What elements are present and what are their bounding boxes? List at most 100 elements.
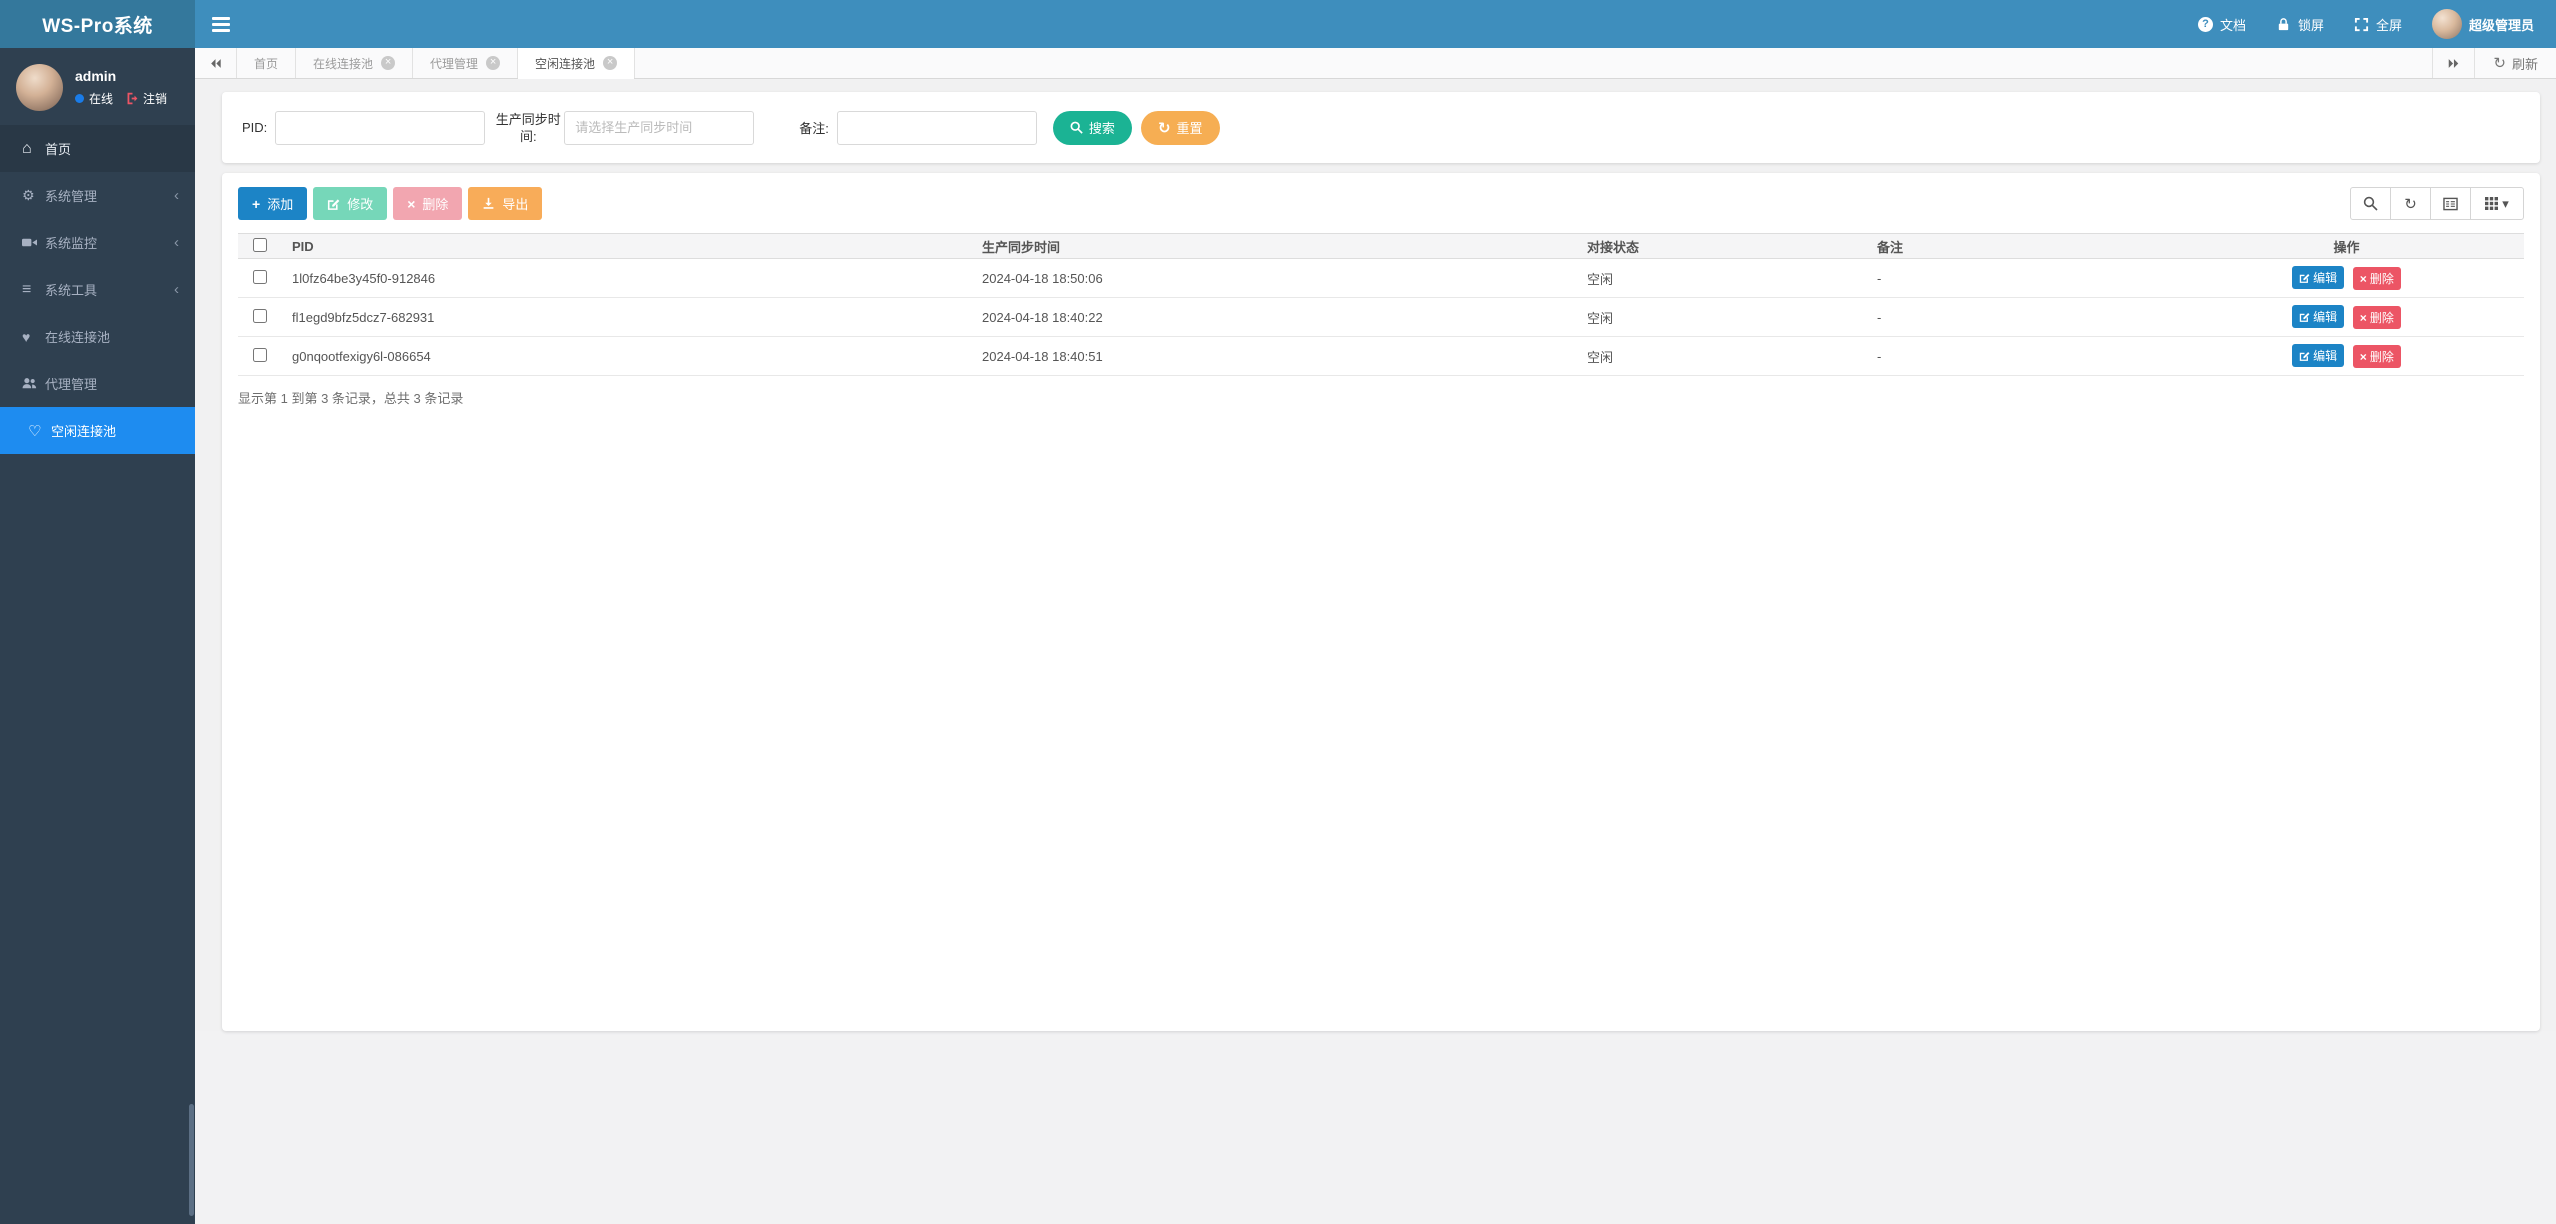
- row-delete-button[interactable]: × 删除: [2352, 267, 2401, 291]
- lock-screen-link[interactable]: 锁屏: [2276, 15, 2324, 34]
- row-delete-button[interactable]: × 删除: [2352, 306, 2401, 330]
- sidebar-item-idle-pool[interactable]: ♡ 空闲连接池: [0, 407, 195, 454]
- delete-button-label: 删除: [422, 197, 449, 212]
- pid-label: PID:: [242, 120, 268, 135]
- close-icon: ×: [407, 195, 416, 212]
- chevron-left-icon: ‹: [174, 234, 179, 251]
- menu-toggle-icon[interactable]: [212, 16, 230, 32]
- cell-status: 空闲: [1579, 336, 1869, 376]
- user-avatar[interactable]: [16, 64, 63, 111]
- sidebar-item-online-pool[interactable]: ♥ 在线连接池: [0, 313, 195, 360]
- double-right-icon: [2447, 57, 2460, 70]
- navbar-avatar: [2431, 9, 2462, 39]
- row-checkbox[interactable]: [253, 269, 267, 284]
- pid-input[interactable]: [275, 110, 486, 145]
- docs-link[interactable]: ? 文档: [2197, 15, 2246, 34]
- header-pid: PID: [284, 233, 974, 259]
- sidebar-item-label: 首页: [45, 142, 72, 157]
- note-input[interactable]: [836, 110, 1037, 145]
- table-columns-button[interactable]: ▾: [2470, 187, 2524, 220]
- export-button[interactable]: 导出: [468, 187, 543, 220]
- row-edit-button[interactable]: 编辑: [2292, 304, 2345, 328]
- table-refresh-button[interactable]: ↻: [2390, 187, 2431, 220]
- navbar-username: 超级管理员: [2468, 17, 2534, 33]
- table-row: fl1egd9bfz5dcz7-682931 2024-04-18 18:40:…: [238, 297, 2524, 337]
- tab-close-icon[interactable]: ×: [486, 56, 501, 70]
- add-button[interactable]: + 添加: [238, 187, 308, 220]
- sidebar-item-system-tools[interactable]: ≡ 系统工具 ‹: [0, 266, 195, 313]
- sidebar-scrollbar[interactable]: [189, 1104, 194, 1216]
- sidebar-item-system-monitor[interactable]: 系统监控 ‹: [0, 219, 195, 266]
- user-menu[interactable]: 超级管理员: [2431, 9, 2534, 39]
- row-delete-label: 删除: [2369, 272, 2394, 287]
- tabs-scroll-right-button[interactable]: [2432, 48, 2474, 78]
- row-checkbox[interactable]: [253, 347, 267, 362]
- cell-sync-time: 2024-04-18 18:40:51: [974, 336, 1579, 376]
- table-header-row: PID 生产同步时间 对接状态 备注 操作: [238, 233, 2524, 259]
- tab-refresh-button[interactable]: ↻ 刷新: [2474, 48, 2556, 78]
- list-icon: [2443, 197, 2458, 211]
- fullscreen-link[interactable]: 全屏: [2354, 15, 2402, 34]
- caret-down-icon: ▾: [2502, 195, 2509, 211]
- refresh-icon: ↻: [2493, 55, 2506, 72]
- row-edit-button[interactable]: 编辑: [2292, 343, 2345, 367]
- tab-home[interactable]: 首页: [237, 48, 297, 78]
- logout-icon: [126, 92, 139, 105]
- home-icon: ⌂: [22, 139, 32, 157]
- export-button-label: 导出: [502, 197, 529, 212]
- search-button[interactable]: 搜索: [1052, 110, 1132, 145]
- heart-outline-icon: ♡: [28, 422, 42, 440]
- lock-screen-label: 锁屏: [2297, 17, 2324, 33]
- row-edit-label: 编辑: [2313, 270, 2338, 285]
- sidebar-item-proxy-management[interactable]: 代理管理: [0, 360, 195, 407]
- edit-button-label: 修改: [347, 197, 374, 212]
- bars-icon: ≡: [22, 280, 32, 298]
- sidebar: admin 在线 注销 ⌂ 首页 ⚙ 系统管理 ‹ 系统监控 ‹ ≡ 系统工具 …: [0, 48, 195, 1224]
- delete-button[interactable]: × 删除: [393, 187, 463, 220]
- table-row: 1l0fz64be3y45f0-912846 2024-04-18 18:50:…: [238, 258, 2524, 298]
- refresh-icon: ↻: [2404, 195, 2417, 213]
- plus-icon: +: [252, 195, 261, 212]
- edit-icon: [2299, 350, 2310, 361]
- edit-icon: [2299, 311, 2310, 322]
- row-edit-button[interactable]: 编辑: [2292, 265, 2345, 289]
- reset-refresh-icon: ↻: [1157, 119, 1171, 137]
- select-all-checkbox[interactable]: [253, 237, 267, 252]
- user-name: admin: [75, 68, 117, 84]
- tab-online-pool[interactable]: 在线连接池 ×: [296, 48, 414, 78]
- download-icon: [482, 197, 495, 210]
- tab-close-icon[interactable]: ×: [381, 56, 396, 70]
- tab-label: 代理管理: [430, 56, 479, 71]
- table-detail-view-button[interactable]: [2430, 187, 2471, 220]
- tab-content: PID: 生产同步时间: 备注: 搜索 ↻ 重置 + 添加: [195, 79, 2556, 1031]
- tab-idle-pool[interactable]: 空闲连接池 ×: [518, 48, 636, 79]
- cell-note: -: [1869, 297, 2169, 337]
- table-search-button[interactable]: [2350, 187, 2391, 220]
- header-action: 操作: [2169, 233, 2524, 259]
- edit-button[interactable]: 修改: [313, 187, 388, 220]
- tab-close-icon[interactable]: ×: [603, 56, 618, 70]
- sidebar-item-system-management[interactable]: ⚙ 系统管理 ‹: [0, 172, 195, 219]
- sidebar-item-label: 在线连接池: [45, 330, 111, 345]
- reset-button[interactable]: ↻ 重置: [1140, 110, 1220, 145]
- close-icon: ×: [2359, 349, 2367, 364]
- navbar-main: ? 文档 锁屏 全屏 超级管理员: [195, 0, 2556, 48]
- search-button-label: 搜索: [1088, 121, 1115, 136]
- header-sync-time: 生产同步时间: [974, 233, 1579, 259]
- brand-logo: WS-Pro系统: [0, 0, 195, 48]
- logout-label: 注销: [143, 92, 168, 106]
- sync-time-input[interactable]: [564, 110, 755, 145]
- cell-pid: g0nqootfexigy6l-086654: [284, 336, 974, 376]
- sidebar-item-home[interactable]: ⌂ 首页: [0, 125, 195, 172]
- sidebar-item-label: 代理管理: [45, 377, 98, 392]
- logout-link[interactable]: 注销: [126, 90, 167, 107]
- row-checkbox[interactable]: [253, 308, 267, 323]
- row-delete-label: 删除: [2369, 350, 2394, 365]
- online-status-dot: [75, 94, 84, 103]
- row-delete-button[interactable]: × 删除: [2352, 345, 2401, 369]
- tab-proxy-management[interactable]: 代理管理 ×: [413, 48, 519, 78]
- tab-label: 空闲连接池: [535, 56, 596, 71]
- cell-pid: fl1egd9bfz5dcz7-682931: [284, 297, 974, 337]
- tabs-scroll-left-button[interactable]: [195, 48, 237, 78]
- online-status-label: 在线: [89, 92, 114, 106]
